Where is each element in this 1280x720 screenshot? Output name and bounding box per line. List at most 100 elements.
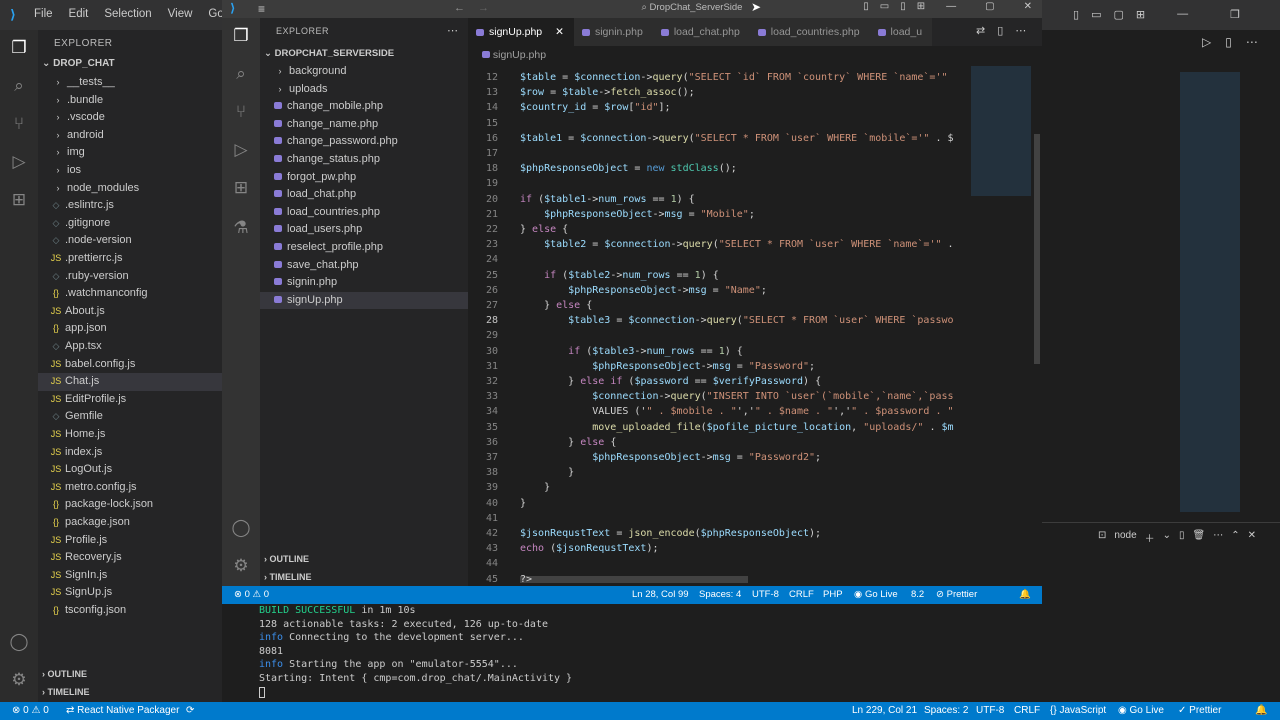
file-item[interactable]: change_name.php <box>260 116 468 134</box>
code-line[interactable]: } <box>520 498 526 509</box>
extensions-icon[interactable]: ⊞ <box>231 178 251 198</box>
code-line[interactable]: if ($table2->num_rows == 1) { <box>520 270 719 281</box>
compare-icon[interactable]: ⇄ <box>976 24 985 37</box>
timeline-section[interactable]: › TIMELINE <box>264 572 312 582</box>
indentation[interactable]: Spaces: 2 <box>924 705 968 716</box>
more-icon[interactable]: ⋯ <box>1213 530 1223 545</box>
code-line[interactable]: $table1 = $connection->query("SELECT * F… <box>520 133 954 144</box>
code-line[interactable]: $connection->query("INSERT INTO `user`(`… <box>520 391 953 402</box>
panel-toggle-icon[interactable]: ▭ <box>1091 8 1101 21</box>
source-control-icon[interactable]: ⑂ <box>9 114 29 134</box>
file-item[interactable]: JS About.js <box>38 303 223 321</box>
terminal-panel[interactable]: BUILD SUCCESSFUL in 1m 10s 128 actionable… <box>222 604 1042 702</box>
editor-scrollbar[interactable] <box>1034 134 1040 364</box>
code-line[interactable]: $table3 = $connection->query("SELECT * F… <box>520 315 953 326</box>
file-item[interactable]: JS EditProfile.js <box>38 391 223 409</box>
indentation[interactable]: Spaces: 4 <box>699 589 741 600</box>
code-line[interactable]: $table2 = $connection->query("SELECT * F… <box>520 239 953 250</box>
file-item[interactable]: change_mobile.php <box>260 98 468 116</box>
cursor-position[interactable]: Ln 229, Col 21 <box>852 705 917 716</box>
file-item[interactable]: load_users.php <box>260 221 468 239</box>
folder-item[interactable]: › background <box>260 63 468 81</box>
code-line[interactable]: } <box>520 482 550 493</box>
minimize-icon[interactable]: — <box>946 1 956 12</box>
file-item[interactable]: save_chat.php <box>260 257 468 275</box>
code-line[interactable]: $row = $table->fetch_assoc(); <box>520 87 695 98</box>
cursor-position[interactable]: Ln 28, Col 99 <box>632 589 689 600</box>
close-window-icon[interactable]: ✕ <box>1024 1 1032 12</box>
file-item[interactable]: {} tsconfig.json <box>38 602 223 620</box>
file-item[interactable]: JS .prettierrc.js <box>38 250 223 268</box>
code-line[interactable]: $phpResponseObject->msg = "Mobile"; <box>520 209 755 220</box>
folder-item[interactable]: › img <box>38 144 223 162</box>
layout-icon[interactable]: ⊞ <box>917 1 925 12</box>
trash-icon[interactable]: 🗑 <box>1193 530 1206 545</box>
minimize-icon[interactable]: — <box>1177 8 1188 21</box>
folder-item[interactable]: › .bundle <box>38 92 223 110</box>
folder-item[interactable]: › uploads <box>260 81 468 99</box>
timeline-section[interactable]: › TIMELINE <box>42 687 90 697</box>
file-item[interactable]: ◇ App.tsx <box>38 338 223 356</box>
hamburger-menu-icon[interactable]: ≡ <box>258 2 265 16</box>
code-line[interactable]: echo ($jsonRequstText); <box>520 543 659 554</box>
run-debug-icon[interactable]: ▷ <box>9 152 29 172</box>
encoding[interactable]: UTF-8 <box>976 705 1004 716</box>
prettier-button[interactable]: ✓ Prettier <box>1178 705 1221 716</box>
more-actions-icon[interactable]: ⋯ <box>1246 35 1258 49</box>
code-line[interactable]: VALUES ('" . $mobile . "','" . $name . "… <box>520 406 953 417</box>
file-item[interactable]: {} package-lock.json <box>38 496 223 514</box>
file-item[interactable]: ◇ .ruby-version <box>38 268 223 286</box>
customize-layout-icon[interactable]: ⊞ <box>1136 8 1145 21</box>
file-item[interactable]: forgot_pw.php <box>260 169 468 187</box>
restore-icon[interactable]: ❐ <box>1230 8 1240 21</box>
breadcrumb[interactable]: signUp.php <box>468 46 1042 64</box>
language-mode[interactable]: {} JavaScript <box>1050 705 1106 716</box>
file-item[interactable]: ◇ .eslintrc.js <box>38 197 223 215</box>
problems-indicator[interactable]: ⊗ 0 ⚠ 0 <box>234 589 269 600</box>
file-item[interactable]: load_countries.php <box>260 204 468 222</box>
file-item[interactable]: ◇ Gemfile <box>38 408 223 426</box>
file-item[interactable]: JS SignIn.js <box>38 567 223 585</box>
file-item[interactable]: JS index.js <box>38 444 223 462</box>
code-editor[interactable]: 12 $table = $connection->query("SELECT `i… <box>468 64 1042 586</box>
code-line[interactable]: $jsonRequstText = json_encode($phpRespon… <box>520 528 821 539</box>
extensions-icon[interactable]: ⊞ <box>9 190 29 210</box>
folder-item[interactable]: › android <box>38 127 223 145</box>
code-line[interactable]: } else if ($password == $verifyPassword)… <box>520 376 821 387</box>
split-editor-icon[interactable]: ▯ <box>1225 35 1232 49</box>
layout-icon[interactable]: ▢ <box>1114 8 1124 21</box>
code-line[interactable]: $phpResponseObject->msg = "Password"; <box>520 361 815 372</box>
tab-load_u[interactable]: load_u <box>869 18 933 46</box>
outline-section[interactable]: › OUTLINE <box>42 669 87 679</box>
maximize-panel-icon[interactable]: ⌃ <box>1231 530 1239 545</box>
file-item[interactable]: load_chat.php <box>260 186 468 204</box>
code-line[interactable]: } <box>520 467 574 478</box>
prettier-button[interactable]: ⊘ Prettier <box>936 589 977 600</box>
code-line[interactable]: ?> <box>520 574 532 585</box>
folder-item[interactable]: › __tests__ <box>38 74 223 92</box>
notifications-icon[interactable]: 🔔 <box>1019 589 1031 600</box>
editor-minimap[interactable] <box>971 66 1031 196</box>
account-icon[interactable]: ◯ <box>9 632 29 652</box>
menu-item[interactable]: View <box>168 8 193 20</box>
go-live-button[interactable]: ◉ Go Live <box>854 589 898 600</box>
search-icon[interactable]: ⌕ <box>231 64 251 84</box>
tab-load_countries-php[interactable]: load_countries.php <box>749 18 870 46</box>
horizontal-scrollbar[interactable] <box>520 576 748 583</box>
code-line[interactable]: $table = $connection->query("SELECT `id`… <box>520 72 948 83</box>
run-icon[interactable]: ▷ <box>1202 35 1211 49</box>
line-ending[interactable]: CRLF <box>789 589 814 600</box>
back-nav-icon[interactable]: ← <box>454 2 465 14</box>
file-item[interactable]: signUp.php <box>260 291 468 310</box>
workspace-root[interactable]: ⌄ DROP_CHAT <box>42 58 115 69</box>
file-item[interactable]: reselect_profile.php <box>260 239 468 257</box>
workspace-root[interactable]: ⌄ DROPCHAT_SERVERSIDE <box>264 48 394 59</box>
code-line[interactable]: if ($table3->num_rows == 1) { <box>520 346 743 357</box>
line-ending[interactable]: CRLF <box>1014 705 1040 716</box>
outline-section[interactable]: › OUTLINE <box>264 554 309 564</box>
code-line[interactable]: } else { <box>520 437 616 448</box>
new-terminal-icon[interactable]: ＋ <box>1145 530 1155 545</box>
file-item[interactable]: {} .watchmanconfig <box>38 285 223 303</box>
forward-nav-icon[interactable]: → <box>478 2 489 14</box>
folder-item[interactable]: › .vscode <box>38 109 223 127</box>
